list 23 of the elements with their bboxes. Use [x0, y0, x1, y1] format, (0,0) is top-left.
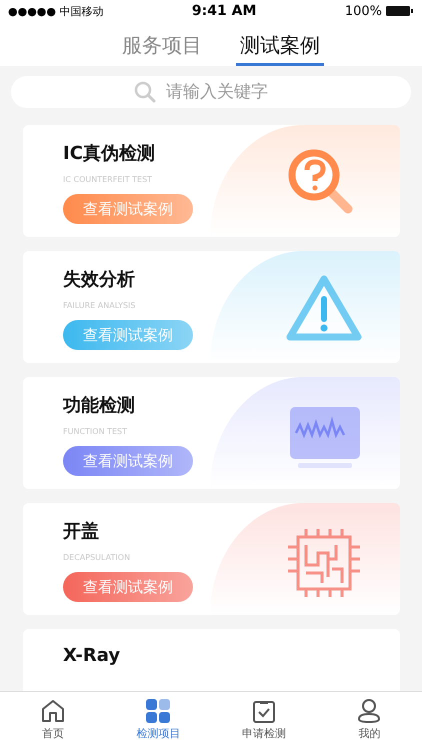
- status-time: 9:41 AM: [192, 3, 256, 19]
- battery-icon: [386, 5, 414, 17]
- view-cases-button[interactable]: 查看测试案例: [63, 572, 193, 602]
- grid-icon: [145, 698, 172, 724]
- case-title: X-Ray: [63, 645, 120, 666]
- search-input[interactable]: 请输入关键字: [164, 81, 288, 103]
- carrier-text: ●●●●● 中国移动: [8, 4, 104, 18]
- case-title: 功能检测: [63, 394, 135, 417]
- battery-percent: 100%: [344, 4, 382, 18]
- tab-bar-item[interactable]: 检测项目: [106, 692, 211, 750]
- view-cases-button[interactable]: 查看测试案例: [63, 446, 193, 476]
- case-title: IC真伪检测: [63, 142, 155, 165]
- search-icon: [134, 81, 156, 103]
- clipboard-check-icon: [250, 698, 277, 724]
- user-icon: [356, 698, 382, 724]
- tab-bar-item[interactable]: 申请检测: [211, 692, 316, 750]
- case-title: 失效分析: [63, 268, 135, 291]
- tab-bar-item[interactable]: 我的: [316, 692, 422, 750]
- home-icon: [40, 698, 66, 724]
- tab-bar-item[interactable]: 首页: [0, 692, 106, 750]
- header-tab[interactable]: 服务项目: [118, 22, 206, 66]
- header-tab[interactable]: 测试案例: [236, 22, 324, 66]
- case-title: 开盖: [63, 520, 99, 543]
